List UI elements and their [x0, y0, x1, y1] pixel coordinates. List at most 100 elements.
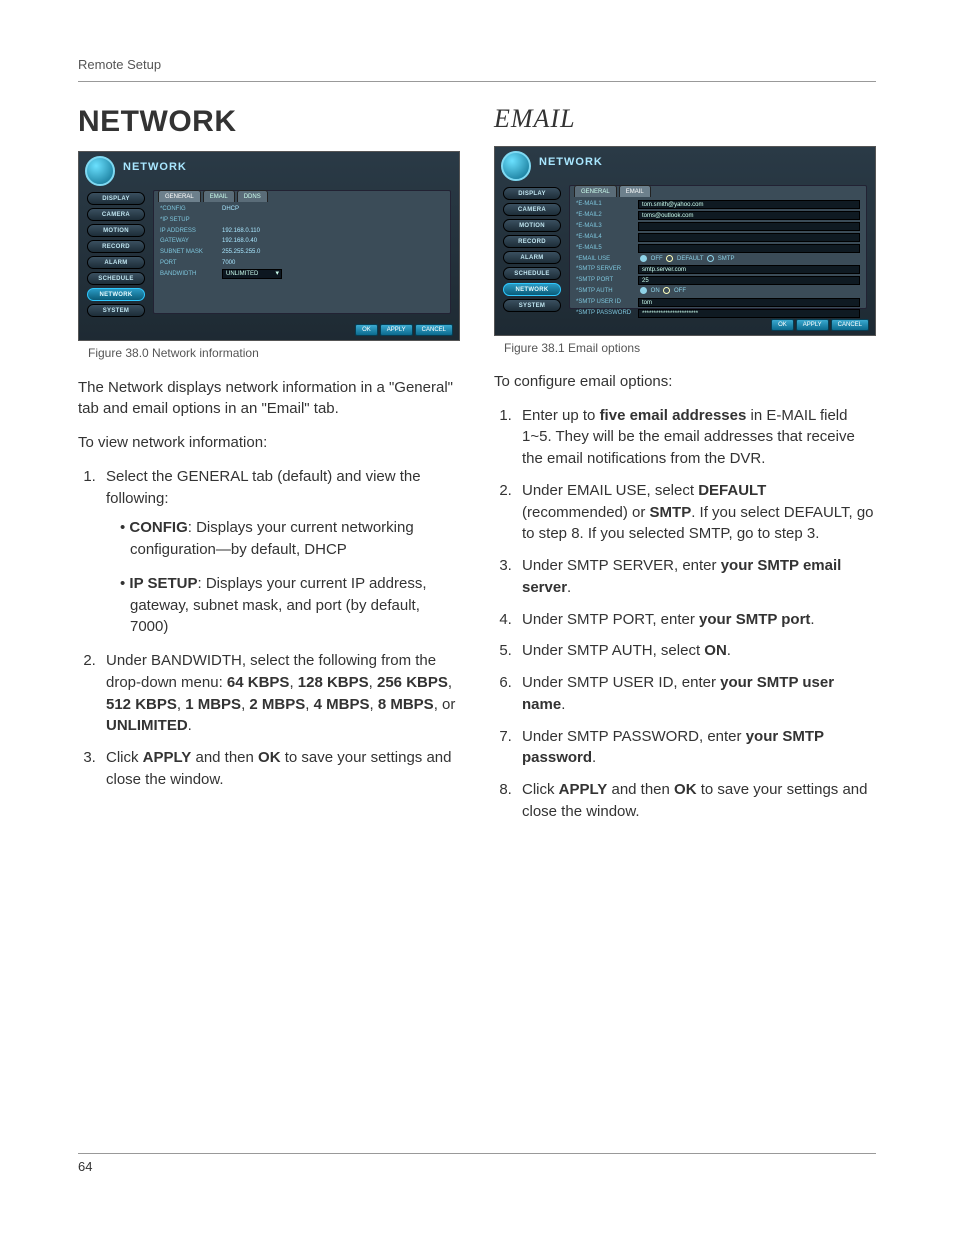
sidebar-item-system[interactable]: SYSTEM — [87, 304, 145, 317]
shot-tabs: GENERALEMAILDDNS — [158, 190, 268, 202]
shot-body: *E-MAIL1tom.smith@yahoo.com *E-MAIL2toms@… — [576, 200, 860, 304]
ok-button[interactable]: OK — [771, 319, 794, 331]
sidebar-item-motion[interactable]: MOTION — [503, 219, 561, 232]
bullet-ipsetup: IP SETUP: Displays your current IP addre… — [120, 573, 460, 638]
field-value: DHCP — [222, 205, 239, 214]
text-input[interactable]: tom — [638, 298, 860, 307]
email-row: *E-MAIL4 — [576, 233, 860, 242]
email-row: *E-MAIL2toms@outlook.com — [576, 211, 860, 220]
email-row: *E-MAIL5 — [576, 244, 860, 253]
text-input[interactable]: ************************ — [638, 309, 860, 318]
radio-label: OFF — [672, 288, 686, 294]
field-label: *EMAIL USE — [576, 255, 638, 264]
logo-orb-icon — [85, 156, 115, 186]
step-1: Select the GENERAL tab (default) and vie… — [100, 466, 460, 638]
shot-body: *CONFIGDHCP*IP SETUPIP ADDRESS192.168.0.… — [160, 205, 444, 309]
apply-button[interactable]: APPLY — [380, 324, 413, 336]
radio-default[interactable] — [666, 255, 673, 262]
ok-button[interactable]: OK — [355, 324, 378, 336]
field-row: *SMTP AUTH ON OFF — [576, 287, 860, 296]
sidebar-item-alarm[interactable]: ALARM — [503, 251, 561, 264]
field-label: SUBNET MASK — [160, 248, 222, 257]
sidebar-item-camera[interactable]: CAMERA — [503, 203, 561, 216]
text-input[interactable]: smtp.server.com — [638, 265, 860, 274]
email-lead: To configure email options: — [494, 371, 876, 393]
field-label: *SMTP SERVER — [576, 265, 638, 274]
field-value: 192.168.0.110 — [222, 227, 260, 236]
sidebar-item-schedule[interactable]: SCHEDULE — [87, 272, 145, 285]
sidebar-item-schedule[interactable]: SCHEDULE — [503, 267, 561, 280]
email-row: *E-MAIL1tom.smith@yahoo.com — [576, 200, 860, 209]
sidebar-item-network[interactable]: NETWORK — [503, 283, 561, 296]
field-row: BANDWIDTHUNLIMITED — [160, 269, 444, 279]
email-step: Click APPLY and then OK to save your set… — [516, 779, 876, 823]
logo-orb-icon — [501, 151, 531, 181]
sidebar-item-display[interactable]: DISPLAY — [87, 192, 145, 205]
bandwidth-select[interactable]: UNLIMITED — [222, 269, 282, 279]
sidebar-item-alarm[interactable]: ALARM — [87, 256, 145, 269]
field-row: PORT7000 — [160, 259, 444, 268]
field-label: IP ADDRESS — [160, 227, 222, 236]
email-screenshot: NETWORK DISPLAY CAMERA MOTION RECORD ALARM SC… — [494, 146, 876, 336]
radio-off[interactable] — [663, 287, 670, 294]
cancel-button[interactable]: CANCEL — [415, 324, 453, 336]
email-step: Under SMTP PORT, enter your SMTP port. — [516, 609, 876, 631]
step-1-bullets: CONFIG: Displays your current networking… — [106, 517, 460, 638]
email-input[interactable]: tom.smith@yahoo.com — [638, 200, 860, 209]
radio-label: ON — [649, 288, 661, 294]
email-steps: Enter up to five email addresses in E-MA… — [494, 405, 876, 823]
tab-email[interactable]: EMAIL — [203, 190, 235, 202]
figure-caption-left: Figure 38.0 Network information — [88, 345, 460, 362]
sidebar-item-system[interactable]: SYSTEM — [503, 299, 561, 312]
email-row: *E-MAIL3 — [576, 222, 860, 231]
email-step: Under SMTP AUTH, select ON. — [516, 640, 876, 662]
sidebar-item-display[interactable]: DISPLAY — [503, 187, 561, 200]
text-input[interactable]: 25 — [638, 276, 860, 285]
email-input[interactable] — [638, 222, 860, 231]
header-rule — [78, 81, 876, 82]
radio-off[interactable] — [640, 255, 647, 262]
radio-on[interactable] — [640, 287, 647, 294]
field-row: *SMTP PASSWORD************************ — [576, 309, 860, 318]
field-label: *SMTP PORT — [576, 276, 638, 285]
step-2: Under BANDWIDTH, select the following fr… — [100, 650, 460, 737]
email-step: Enter up to five email addresses in E-MA… — [516, 405, 876, 470]
shot-panel: GENERALEMAILDDNS *CONFIGDHCP*IP SETUPIP … — [153, 190, 451, 314]
network-heading: NETWORK — [78, 100, 460, 144]
network-steps: Select the GENERAL tab (default) and vie… — [78, 466, 460, 791]
email-step: Under SMTP USER ID, enter your SMTP user… — [516, 672, 876, 716]
sidebar-item-network[interactable]: NETWORK — [87, 288, 145, 301]
field-label: *E-MAIL3 — [576, 222, 638, 231]
field-row: SUBNET MASK255.255.255.0 — [160, 248, 444, 257]
cancel-button[interactable]: CANCEL — [831, 319, 869, 331]
shot-sidebar: DISPLAY CAMERA MOTION RECORD ALARM SCHEDULE NE… — [503, 187, 561, 312]
sidebar-item-record[interactable]: RECORD — [503, 235, 561, 248]
field-label: PORT — [160, 259, 222, 268]
tab-email[interactable]: EMAIL — [619, 185, 651, 197]
shot-tabs: GENERALEMAIL — [574, 185, 651, 197]
page-header: Remote Setup — [78, 56, 876, 75]
email-input[interactable] — [638, 244, 860, 253]
email-input[interactable] — [638, 233, 860, 242]
email-step: Under SMTP SERVER, enter your SMTP email… — [516, 555, 876, 599]
tab-general[interactable]: GENERAL — [574, 185, 617, 197]
shot-title: NETWORK — [539, 155, 603, 171]
radio-smtp[interactable] — [707, 255, 714, 262]
email-input[interactable]: toms@outlook.com — [638, 211, 860, 220]
tab-general[interactable]: GENERAL — [158, 190, 201, 202]
radio-group: OFF DEFAULT SMTP — [638, 255, 734, 264]
field-value: 192.168.0.40 — [222, 237, 257, 246]
footer-rule — [78, 1153, 876, 1154]
sidebar-item-record[interactable]: RECORD — [87, 240, 145, 253]
sidebar-item-motion[interactable]: MOTION — [87, 224, 145, 237]
sidebar-item-camera[interactable]: CAMERA — [87, 208, 145, 221]
field-label: *E-MAIL2 — [576, 211, 638, 220]
apply-button[interactable]: APPLY — [796, 319, 829, 331]
field-label: *SMTP USER ID — [576, 298, 638, 307]
field-row: *EMAIL USE OFF DEFAULT SMTP — [576, 255, 860, 264]
email-heading: EMAIL — [494, 100, 876, 138]
tab-ddns[interactable]: DDNS — [237, 190, 268, 202]
step-1-text: Select the GENERAL tab (default) and vie… — [106, 468, 421, 507]
field-label: *SMTP AUTH — [576, 287, 638, 296]
network-screenshot: NETWORK DISPLAY CAMERA MOTION RECORD ALARM SC… — [78, 151, 460, 341]
